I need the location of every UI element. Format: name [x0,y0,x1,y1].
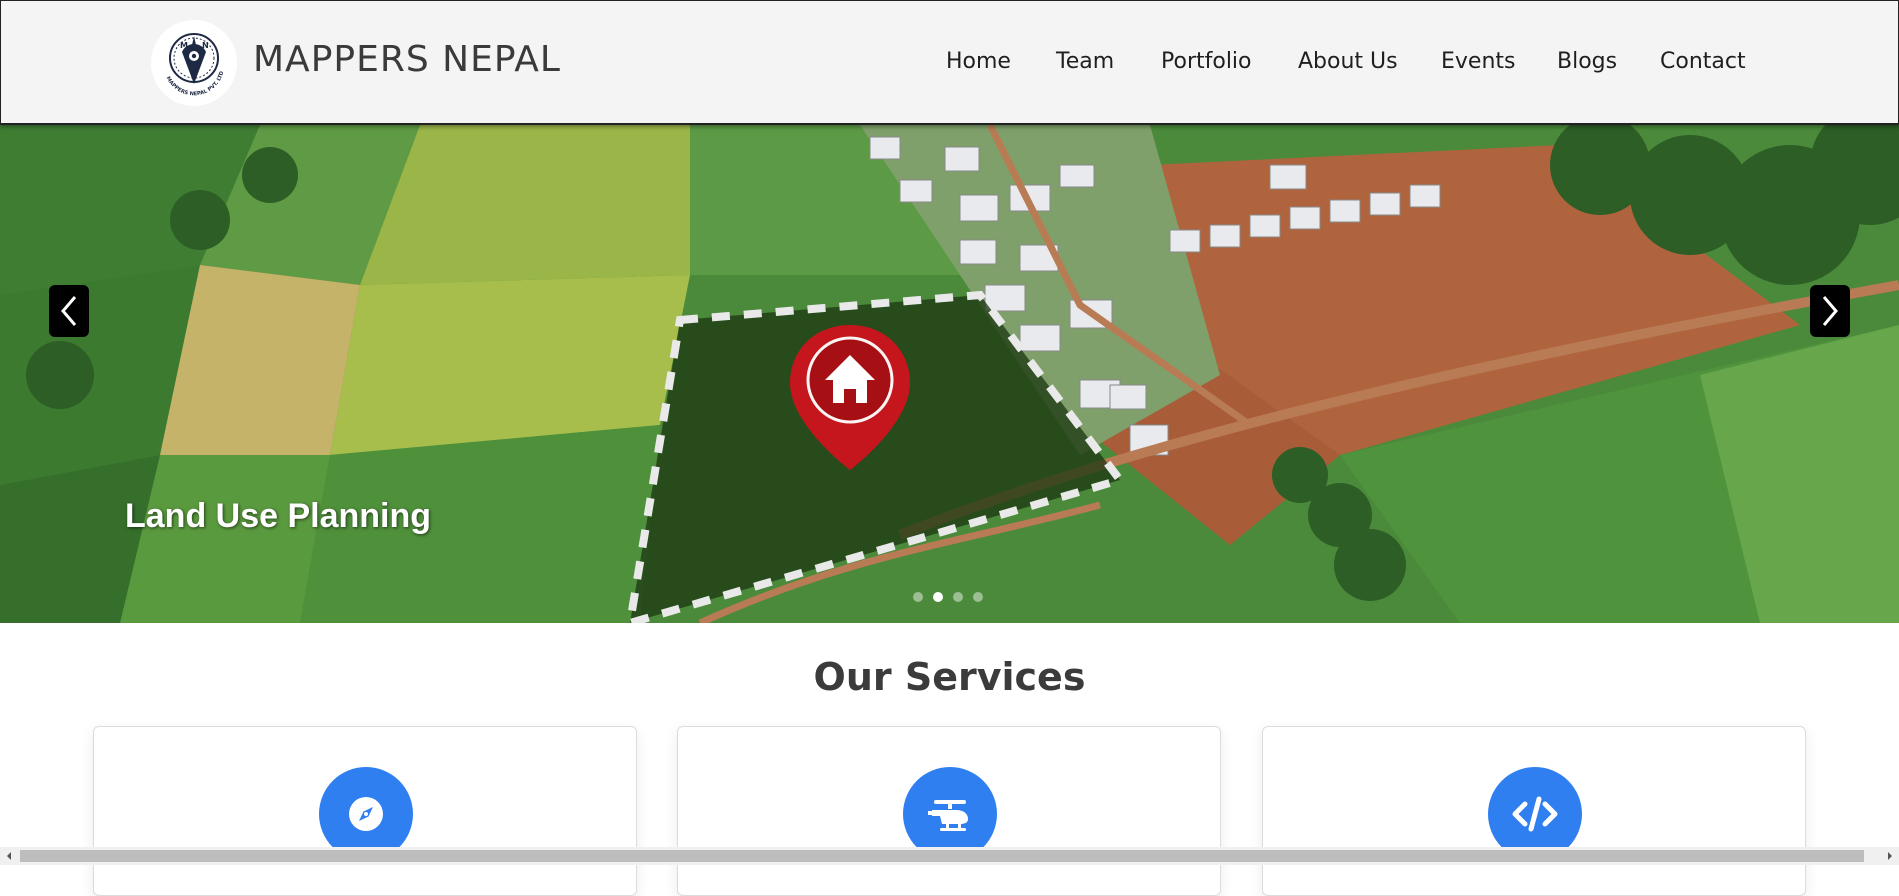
service-card-2[interactable] [677,726,1221,896]
nav-portfolio[interactable]: Portfolio [1161,49,1252,74]
carousel-dot-2[interactable] [933,592,943,602]
nav-events[interactable]: Events [1441,49,1516,74]
carousel-prev-button[interactable] [49,285,89,337]
service-card-1[interactable] [93,726,637,896]
carousel-dot-3[interactable] [953,592,963,602]
aerial-farmland-image [0,125,1899,623]
nav-about-us[interactable]: About Us [1298,49,1398,74]
service-card-3[interactable] [1262,726,1806,896]
carousel-dot-1[interactable] [913,592,923,602]
chevron-left-icon [61,296,77,326]
carousel-dot-4[interactable] [973,592,983,602]
carousel-next-button[interactable] [1810,285,1850,337]
scroll-left-arrow-icon [7,852,11,860]
scroll-left-button[interactable] [0,847,18,865]
scrollbar-thumb[interactable] [20,850,1864,862]
services-heading: Our Services [813,655,1086,699]
nav-contact[interactable]: Contact [1660,49,1746,74]
slide-caption: Land Use Planning [125,497,432,535]
nav-team[interactable]: Team [1056,49,1114,74]
code-icon [1512,796,1558,832]
nav-home[interactable]: Home [946,49,1011,74]
nav-blogs[interactable]: Blogs [1557,49,1617,74]
scroll-right-button[interactable] [1881,847,1899,865]
compass-icon [349,797,383,831]
hero-carousel: Land Use Planning [0,125,1899,623]
chevron-right-icon [1822,296,1838,326]
horizontal-scrollbar[interactable] [0,847,1899,865]
helicopter-icon [928,800,968,831]
main-nav: Home Team Portfolio About Us Events Blog… [1,49,1898,79]
scroll-right-arrow-icon [1888,852,1892,860]
site-header: M N MAPPERS NEPAL PVT. LTD. MAPPERS NEPA… [0,0,1899,125]
